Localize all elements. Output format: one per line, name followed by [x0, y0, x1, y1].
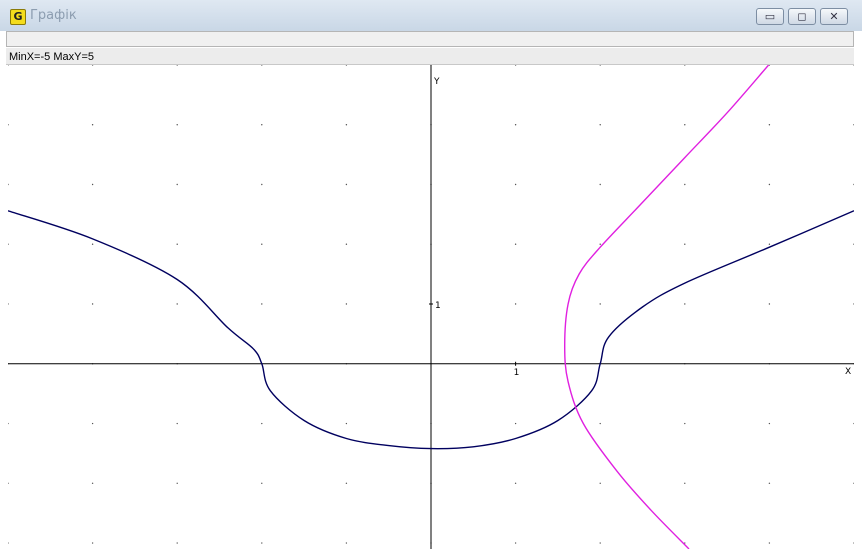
grid-dot [768, 243, 771, 245]
y-axis-label: Y [433, 77, 440, 87]
grid-dot [684, 303, 686, 305]
grid-dot [768, 422, 771, 425]
plot-area[interactable]: 1 1 X Y [8, 65, 854, 549]
grid-dot [261, 422, 263, 425]
grid-dot [853, 542, 854, 544]
grid-dot [514, 124, 517, 126]
grid-dot [345, 422, 348, 425]
grid-dot [176, 542, 178, 544]
grid-dot [8, 542, 9, 544]
grid-dot [91, 183, 94, 186]
grid-dot [599, 422, 601, 425]
grid-dot [91, 124, 94, 126]
grid-dot [853, 65, 854, 66]
grid-dot [853, 243, 854, 245]
grid-dot [176, 303, 178, 305]
x-tick-label: 1 [514, 368, 520, 378]
grid-dot [599, 542, 601, 544]
toolbar [6, 31, 854, 47]
grid-dot [91, 243, 94, 245]
grid-dot [8, 243, 9, 245]
grid-dot [345, 482, 348, 484]
grid-dot [176, 183, 178, 186]
grid-dot [684, 422, 686, 425]
grid-dot [345, 243, 348, 245]
title-bar: G Графік ▭ ◻ ✕ [0, 0, 862, 31]
window-title: Графік [30, 8, 77, 23]
grid-dot [514, 65, 517, 66]
grid-dot [514, 243, 517, 245]
grid-dot [8, 65, 9, 66]
grid-dot [261, 65, 263, 66]
grid-dot [345, 303, 348, 305]
x-axis-label: X [845, 367, 851, 377]
grid-dot [91, 542, 94, 544]
grid-dot [514, 183, 517, 186]
grid-dot [684, 124, 686, 126]
grid-dot [91, 482, 94, 484]
grid-dot [8, 303, 9, 305]
maximize-button[interactable]: ◻ [788, 8, 816, 25]
grid-dot [768, 303, 771, 305]
grid-dot [599, 303, 601, 305]
minimize-icon: ▭ [764, 10, 776, 23]
grid-dot [514, 422, 517, 425]
grid-dot [8, 124, 9, 126]
grid-dot [176, 482, 178, 484]
grid-dot [261, 183, 263, 186]
series-line-2 [563, 65, 770, 549]
grid-dot [345, 65, 348, 66]
grid-dot [599, 482, 601, 484]
grid-dot [345, 124, 348, 126]
grid-dot [768, 482, 771, 484]
grid-dot [91, 303, 94, 305]
grid-dot [176, 65, 178, 66]
grid-dot [261, 124, 263, 126]
minimize-button[interactable]: ▭ [756, 8, 784, 25]
grid-dot [514, 482, 517, 484]
grid-dot [8, 482, 9, 484]
grid-dot [768, 124, 771, 126]
grid-dot [345, 183, 348, 186]
range-label: MinX=-5 MaxY=5 [9, 51, 94, 63]
grid-dot [684, 65, 686, 66]
grid-dot [261, 482, 263, 484]
grid-dot [853, 303, 854, 305]
grid-dot [853, 422, 854, 425]
grid-dot [853, 124, 854, 126]
maximize-icon: ◻ [797, 10, 807, 23]
grid-dot [684, 482, 686, 484]
function-graph: 1 1 X Y [8, 65, 854, 549]
grid-dot [684, 243, 686, 245]
grid-dot [261, 303, 263, 305]
grid-dot [599, 65, 601, 66]
grid-dot [599, 243, 601, 245]
grid-dot [176, 124, 178, 126]
grid-dot [91, 422, 94, 425]
grid-dot [176, 422, 178, 425]
grid-dot [261, 243, 263, 245]
grid-dot [91, 65, 94, 66]
y-tick-label: 1 [435, 301, 441, 311]
grid-dot [684, 183, 686, 186]
grid-dot [176, 243, 178, 245]
app-icon: G [10, 9, 26, 25]
grid-dot [514, 303, 517, 305]
grid-dot [599, 183, 601, 186]
range-bar: MinX=-5 MaxY=5 [6, 48, 854, 65]
grid-dot [8, 183, 9, 186]
close-icon: ✕ [829, 10, 839, 23]
close-button[interactable]: ✕ [820, 8, 848, 25]
grid-dot [8, 422, 9, 425]
grid-dot [261, 542, 263, 544]
grid-dot [514, 542, 517, 544]
grid-dot [853, 482, 854, 484]
grid-dot [768, 183, 771, 186]
grid-dot [345, 542, 348, 544]
grid-dot [768, 542, 771, 544]
grid-dot [853, 183, 854, 186]
grid-dot [599, 124, 601, 126]
